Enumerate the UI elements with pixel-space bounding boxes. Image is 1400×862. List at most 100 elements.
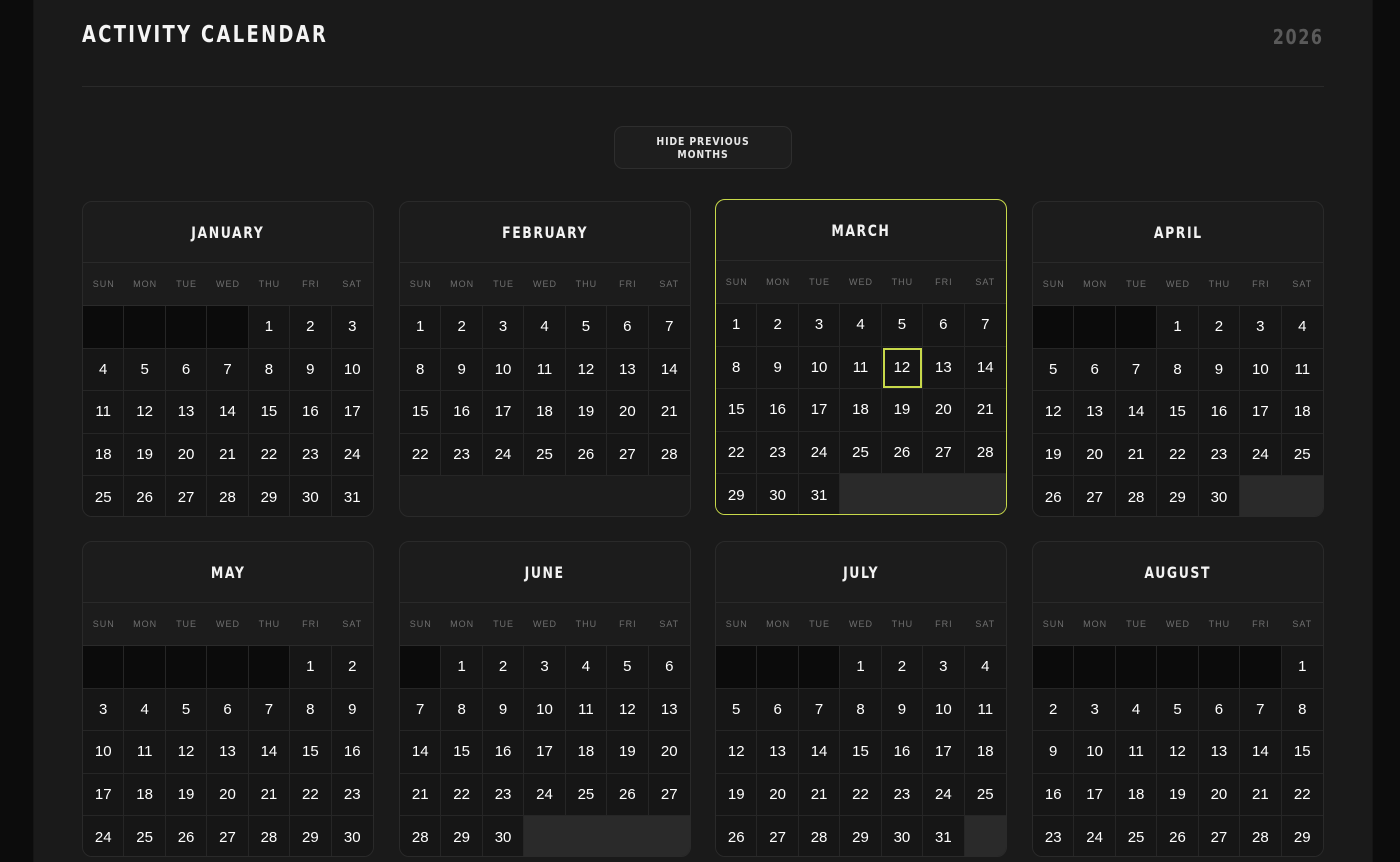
day-cell[interactable]: 30: [482, 816, 525, 856]
day-cell[interactable]: 22: [716, 431, 758, 475]
day-cell[interactable]: 9: [482, 688, 525, 732]
day-cell[interactable]: 30: [331, 816, 373, 856]
day-cell[interactable]: 16: [757, 389, 799, 432]
day-cell[interactable]: 4: [964, 646, 1006, 689]
day-cell[interactable]: 19: [716, 773, 758, 817]
day-cell[interactable]: 15: [716, 389, 758, 432]
day-cell[interactable]: 5: [124, 348, 166, 392]
day-cell[interactable]: 5: [881, 304, 924, 347]
day-cell[interactable]: 1: [290, 646, 332, 689]
day-cell[interactable]: 6: [207, 688, 249, 732]
day-cell[interactable]: 21: [964, 389, 1006, 432]
day-cell[interactable]: 30: [1198, 476, 1241, 516]
day-cell[interactable]: 6: [648, 646, 690, 689]
day-cell[interactable]: 21: [248, 773, 291, 817]
day-cell[interactable]: 17: [83, 773, 125, 817]
day-cell[interactable]: 23: [757, 431, 799, 475]
day-cell[interactable]: 25: [83, 476, 125, 516]
day-cell[interactable]: 25: [1281, 433, 1323, 477]
day-cell[interactable]: 14: [1115, 391, 1158, 434]
day-cell[interactable]: 1: [1281, 646, 1323, 689]
day-cell[interactable]: 24: [923, 773, 965, 817]
day-cell[interactable]: 10: [83, 731, 125, 774]
day-cell[interactable]: 29: [840, 816, 882, 856]
day-cell[interactable]: 24: [83, 816, 125, 856]
day-cell[interactable]: 17: [331, 391, 373, 434]
day-cell[interactable]: 4: [124, 688, 166, 732]
day-cell[interactable]: 18: [524, 391, 566, 434]
day-cell[interactable]: 17: [923, 731, 965, 774]
day-cell[interactable]: 10: [524, 688, 566, 732]
day-cell[interactable]: 3: [1074, 688, 1116, 732]
day-cell[interactable]: 28: [248, 816, 291, 856]
day-cell[interactable]: 20: [923, 389, 965, 432]
day-cell[interactable]: 24: [1240, 433, 1282, 477]
day-cell[interactable]: 11: [524, 348, 566, 392]
day-cell[interactable]: 2: [441, 306, 483, 349]
day-cell[interactable]: 22: [290, 773, 332, 817]
day-cell[interactable]: 12: [607, 688, 649, 732]
day-cell[interactable]: 19: [124, 433, 166, 477]
day-cell[interactable]: 12: [716, 731, 758, 774]
day-cell[interactable]: 29: [1157, 476, 1199, 516]
day-cell[interactable]: 18: [83, 433, 125, 477]
day-cell[interactable]: 5: [716, 688, 758, 732]
day-cell[interactable]: 27: [607, 433, 649, 477]
day-cell[interactable]: 21: [798, 773, 841, 817]
day-cell[interactable]: 17: [798, 389, 841, 432]
day-cell[interactable]: 25: [1115, 816, 1158, 856]
day-cell[interactable]: 26: [1157, 816, 1199, 856]
day-cell[interactable]: 18: [964, 731, 1006, 774]
day-cell[interactable]: 16: [290, 391, 332, 434]
day-cell[interactable]: 3: [83, 688, 125, 732]
day-cell[interactable]: 10: [1074, 731, 1116, 774]
day-cell[interactable]: 15: [441, 731, 483, 774]
day-cell[interactable]: 28: [1240, 816, 1282, 856]
day-cell[interactable]: 3: [524, 646, 566, 689]
day-cell[interactable]: 25: [840, 431, 882, 475]
day-cell[interactable]: 11: [565, 688, 608, 732]
day-cell[interactable]: 14: [207, 391, 249, 434]
day-cell[interactable]: 18: [1281, 391, 1323, 434]
day-cell[interactable]: 14: [248, 731, 291, 774]
day-cell[interactable]: 9: [441, 348, 483, 392]
day-cell[interactable]: 29: [248, 476, 291, 516]
day-cell[interactable]: 27: [757, 816, 799, 856]
day-cell[interactable]: 16: [441, 391, 483, 434]
day-cell[interactable]: 15: [840, 731, 882, 774]
day-cell[interactable]: 28: [1115, 476, 1158, 516]
day-cell[interactable]: 8: [248, 348, 291, 392]
day-cell[interactable]: 6: [757, 688, 799, 732]
day-cell[interactable]: 29: [1281, 816, 1323, 856]
day-cell[interactable]: 17: [482, 391, 525, 434]
day-cell[interactable]: 9: [290, 348, 332, 392]
day-cell[interactable]: 19: [1157, 773, 1199, 817]
day-cell[interactable]: 10: [482, 348, 525, 392]
day-cell[interactable]: 16: [1033, 773, 1075, 817]
day-cell[interactable]: 8: [840, 688, 882, 732]
day-cell[interactable]: 4: [1115, 688, 1158, 732]
day-cell[interactable]: 2: [1198, 306, 1241, 349]
day-cell[interactable]: 29: [290, 816, 332, 856]
day-cell[interactable]: 29: [716, 474, 758, 514]
day-cell[interactable]: 13: [1074, 391, 1116, 434]
day-cell[interactable]: 16: [331, 731, 373, 774]
day-cell[interactable]: 12: [565, 348, 608, 392]
day-cell[interactable]: 28: [648, 433, 690, 477]
day-cell[interactable]: 10: [923, 688, 965, 732]
day-cell[interactable]: 2: [881, 646, 924, 689]
day-cell[interactable]: 22: [840, 773, 882, 817]
day-cell[interactable]: 6: [165, 348, 208, 392]
day-cell[interactable]: 30: [881, 816, 924, 856]
day-cell[interactable]: 26: [565, 433, 608, 477]
day-cell[interactable]: 2: [1033, 688, 1075, 732]
day-cell[interactable]: 5: [1157, 688, 1199, 732]
day-cell[interactable]: 23: [331, 773, 373, 817]
day-cell[interactable]: 12: [124, 391, 166, 434]
day-cell[interactable]: 22: [1281, 773, 1323, 817]
day-cell[interactable]: 24: [524, 773, 566, 817]
day-cell[interactable]: 3: [923, 646, 965, 689]
day-cell[interactable]: 1: [441, 646, 483, 689]
day-cell[interactable]: 26: [716, 816, 758, 856]
day-cell[interactable]: 2: [331, 646, 373, 689]
